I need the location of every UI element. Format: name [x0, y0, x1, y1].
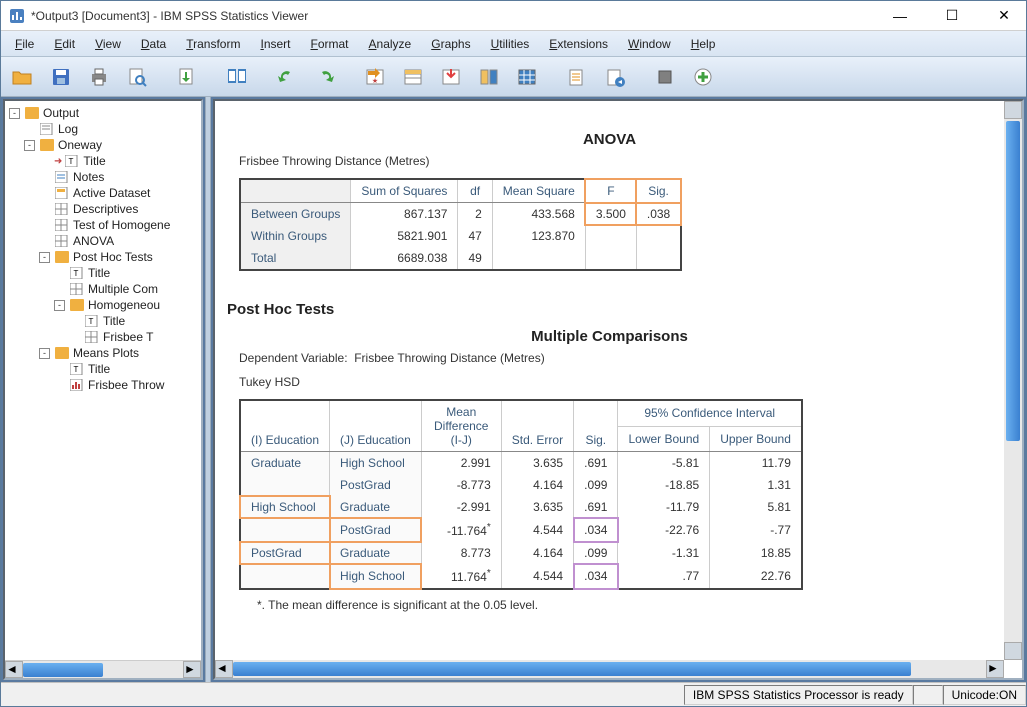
menu-view[interactable]: View	[85, 33, 131, 55]
find-icon[interactable]	[435, 62, 467, 92]
outline-frisbee-t[interactable]: Frisbee T	[5, 329, 201, 345]
outline-test-of-homogene[interactable]: Test of Homogene	[5, 217, 201, 233]
menu-analyze[interactable]: Analyze	[359, 33, 422, 55]
outline-title[interactable]: ➜TTitle	[5, 153, 201, 169]
mc-row: High School11.764*4.544.034.7722.76	[240, 564, 802, 589]
svg-text:T: T	[74, 365, 79, 374]
col-f: F	[585, 179, 636, 203]
weight-icon[interactable]	[511, 62, 543, 92]
menu-edit[interactable]: Edit	[44, 33, 85, 55]
svg-text:T: T	[89, 317, 94, 326]
outline-title[interactable]: TTitle	[5, 265, 201, 281]
goto-case-icon[interactable]: ★	[359, 62, 391, 92]
splitter[interactable]	[205, 97, 211, 682]
mc-footnote: *. The mean difference is significant at…	[257, 598, 992, 612]
menu-insert[interactable]: Insert	[250, 33, 300, 55]
anova-row: Total6689.03849	[240, 247, 681, 270]
svg-text:★: ★	[372, 77, 378, 85]
redo-icon[interactable]	[309, 62, 341, 92]
minimize-button[interactable]: —	[886, 6, 914, 26]
select-cases-icon[interactable]	[561, 62, 593, 92]
content-hscrollbar[interactable]: ◄ ►	[215, 660, 1004, 678]
anova-subtitle: Frisbee Throwing Distance (Metres)	[239, 154, 992, 168]
col-sig: Sig.	[636, 179, 681, 203]
workspace: -OutputLog-Oneway➜TTitleNotesActive Data…	[1, 97, 1026, 682]
mc-method: Tukey HSD	[239, 375, 992, 389]
outline-active-dataset[interactable]: Active Dataset	[5, 185, 201, 201]
outline-descriptives[interactable]: Descriptives	[5, 201, 201, 217]
spss-viewer-window: *Output3 [Document3] - IBM SPSS Statisti…	[0, 0, 1027, 707]
goto-var-icon[interactable]	[397, 62, 429, 92]
menu-help[interactable]: Help	[681, 33, 726, 55]
preview-icon[interactable]	[121, 62, 153, 92]
print-icon[interactable]	[83, 62, 115, 92]
svg-text:T: T	[69, 157, 74, 166]
app-icon	[9, 8, 25, 24]
outline-title[interactable]: TTitle	[5, 313, 201, 329]
maximize-button[interactable]: ☐	[938, 6, 966, 26]
menu-graphs[interactable]: Graphs	[421, 33, 480, 55]
close-button[interactable]: ✕	[990, 6, 1018, 26]
menu-transform[interactable]: Transform	[176, 33, 250, 55]
anova-title: ANOVA	[227, 131, 992, 148]
undo-icon[interactable]	[271, 62, 303, 92]
run-icon[interactable]	[649, 62, 681, 92]
outline-anova[interactable]: ANOVA	[5, 233, 201, 249]
content-vscrollbar[interactable]	[1004, 101, 1022, 660]
outline-log[interactable]: Log	[5, 121, 201, 137]
mc-row: PostGrad-11.764*4.544.034-22.76-.77	[240, 518, 802, 542]
window-title: *Output3 [Document3] - IBM SPSS Statisti…	[31, 9, 886, 23]
anova-row: Between Groups867.1372433.5683.500.038	[240, 203, 681, 226]
outline-frisbee-throw[interactable]: Frisbee Throw	[5, 377, 201, 393]
outline-hscrollbar[interactable]: ◄ ►	[5, 660, 201, 678]
mc-title: Multiple Comparisons	[227, 328, 992, 345]
outline-means-plots[interactable]: -Means Plots	[5, 345, 201, 361]
outline-homogeneou[interactable]: -Homogeneou	[5, 297, 201, 313]
outline-post-hoc-tests[interactable]: -Post Hoc Tests	[5, 249, 201, 265]
anova-row: Within Groups5821.90147123.870	[240, 225, 681, 247]
menu-format[interactable]: Format	[301, 33, 359, 55]
outline-multiple-com[interactable]: Multiple Com	[5, 281, 201, 297]
svg-text:T: T	[74, 269, 79, 278]
menubar: FileEditViewDataTransformInsertFormatAna…	[1, 31, 1026, 57]
mc-row: PostGradGraduate8.7734.164.099-1.3118.85	[240, 542, 802, 564]
menu-utilities[interactable]: Utilities	[481, 33, 540, 55]
titlebar: *Output3 [Document3] - IBM SPSS Statisti…	[1, 1, 1026, 31]
mc-row: PostGrad-8.7734.164.099-18.851.31	[240, 474, 802, 496]
menu-file[interactable]: File	[5, 33, 44, 55]
col-ss: Sum of Squares	[351, 179, 458, 203]
col-df: df	[458, 179, 492, 203]
menu-extensions[interactable]: Extensions	[539, 33, 618, 55]
status-processor: IBM SPSS Statistics Processor is ready	[684, 685, 913, 705]
split-icon[interactable]	[473, 62, 505, 92]
statusbar: IBM SPSS Statistics Processor is ready U…	[1, 682, 1026, 706]
menu-data[interactable]: Data	[131, 33, 176, 55]
value-labels-icon[interactable]	[599, 62, 631, 92]
dialog-recall-icon[interactable]	[221, 62, 253, 92]
save-icon[interactable]	[45, 62, 77, 92]
add-icon[interactable]	[687, 62, 719, 92]
anova-table: Sum of Squares df Mean Square F Sig. Bet…	[239, 178, 682, 271]
mc-row: High SchoolGraduate-2.9913.635.691-11.79…	[240, 496, 802, 518]
toolbar: ★	[1, 57, 1026, 97]
menu-window[interactable]: Window	[618, 33, 681, 55]
outline-notes[interactable]: Notes	[5, 169, 201, 185]
outline-output[interactable]: -Output	[5, 105, 201, 121]
open-icon[interactable]	[7, 62, 39, 92]
outline-pane: -OutputLog-Oneway➜TTitleNotesActive Data…	[3, 99, 203, 680]
outline-title[interactable]: TTitle	[5, 361, 201, 377]
export-icon[interactable]	[171, 62, 203, 92]
multiple-comparisons-table: (I) Education (J) Education Mean Differe…	[239, 399, 803, 590]
content-pane: ANOVA Frisbee Throwing Distance (Metres)…	[213, 99, 1024, 680]
outline-oneway[interactable]: -Oneway	[5, 137, 201, 153]
status-unicode: Unicode:ON	[943, 685, 1026, 705]
mc-dep: Dependent Variable: Frisbee Throwing Dis…	[239, 351, 992, 365]
posthoc-heading: Post Hoc Tests	[227, 301, 992, 318]
col-ms: Mean Square	[492, 179, 585, 203]
mc-row: GraduateHigh School2.9913.635.691-5.8111…	[240, 452, 802, 475]
